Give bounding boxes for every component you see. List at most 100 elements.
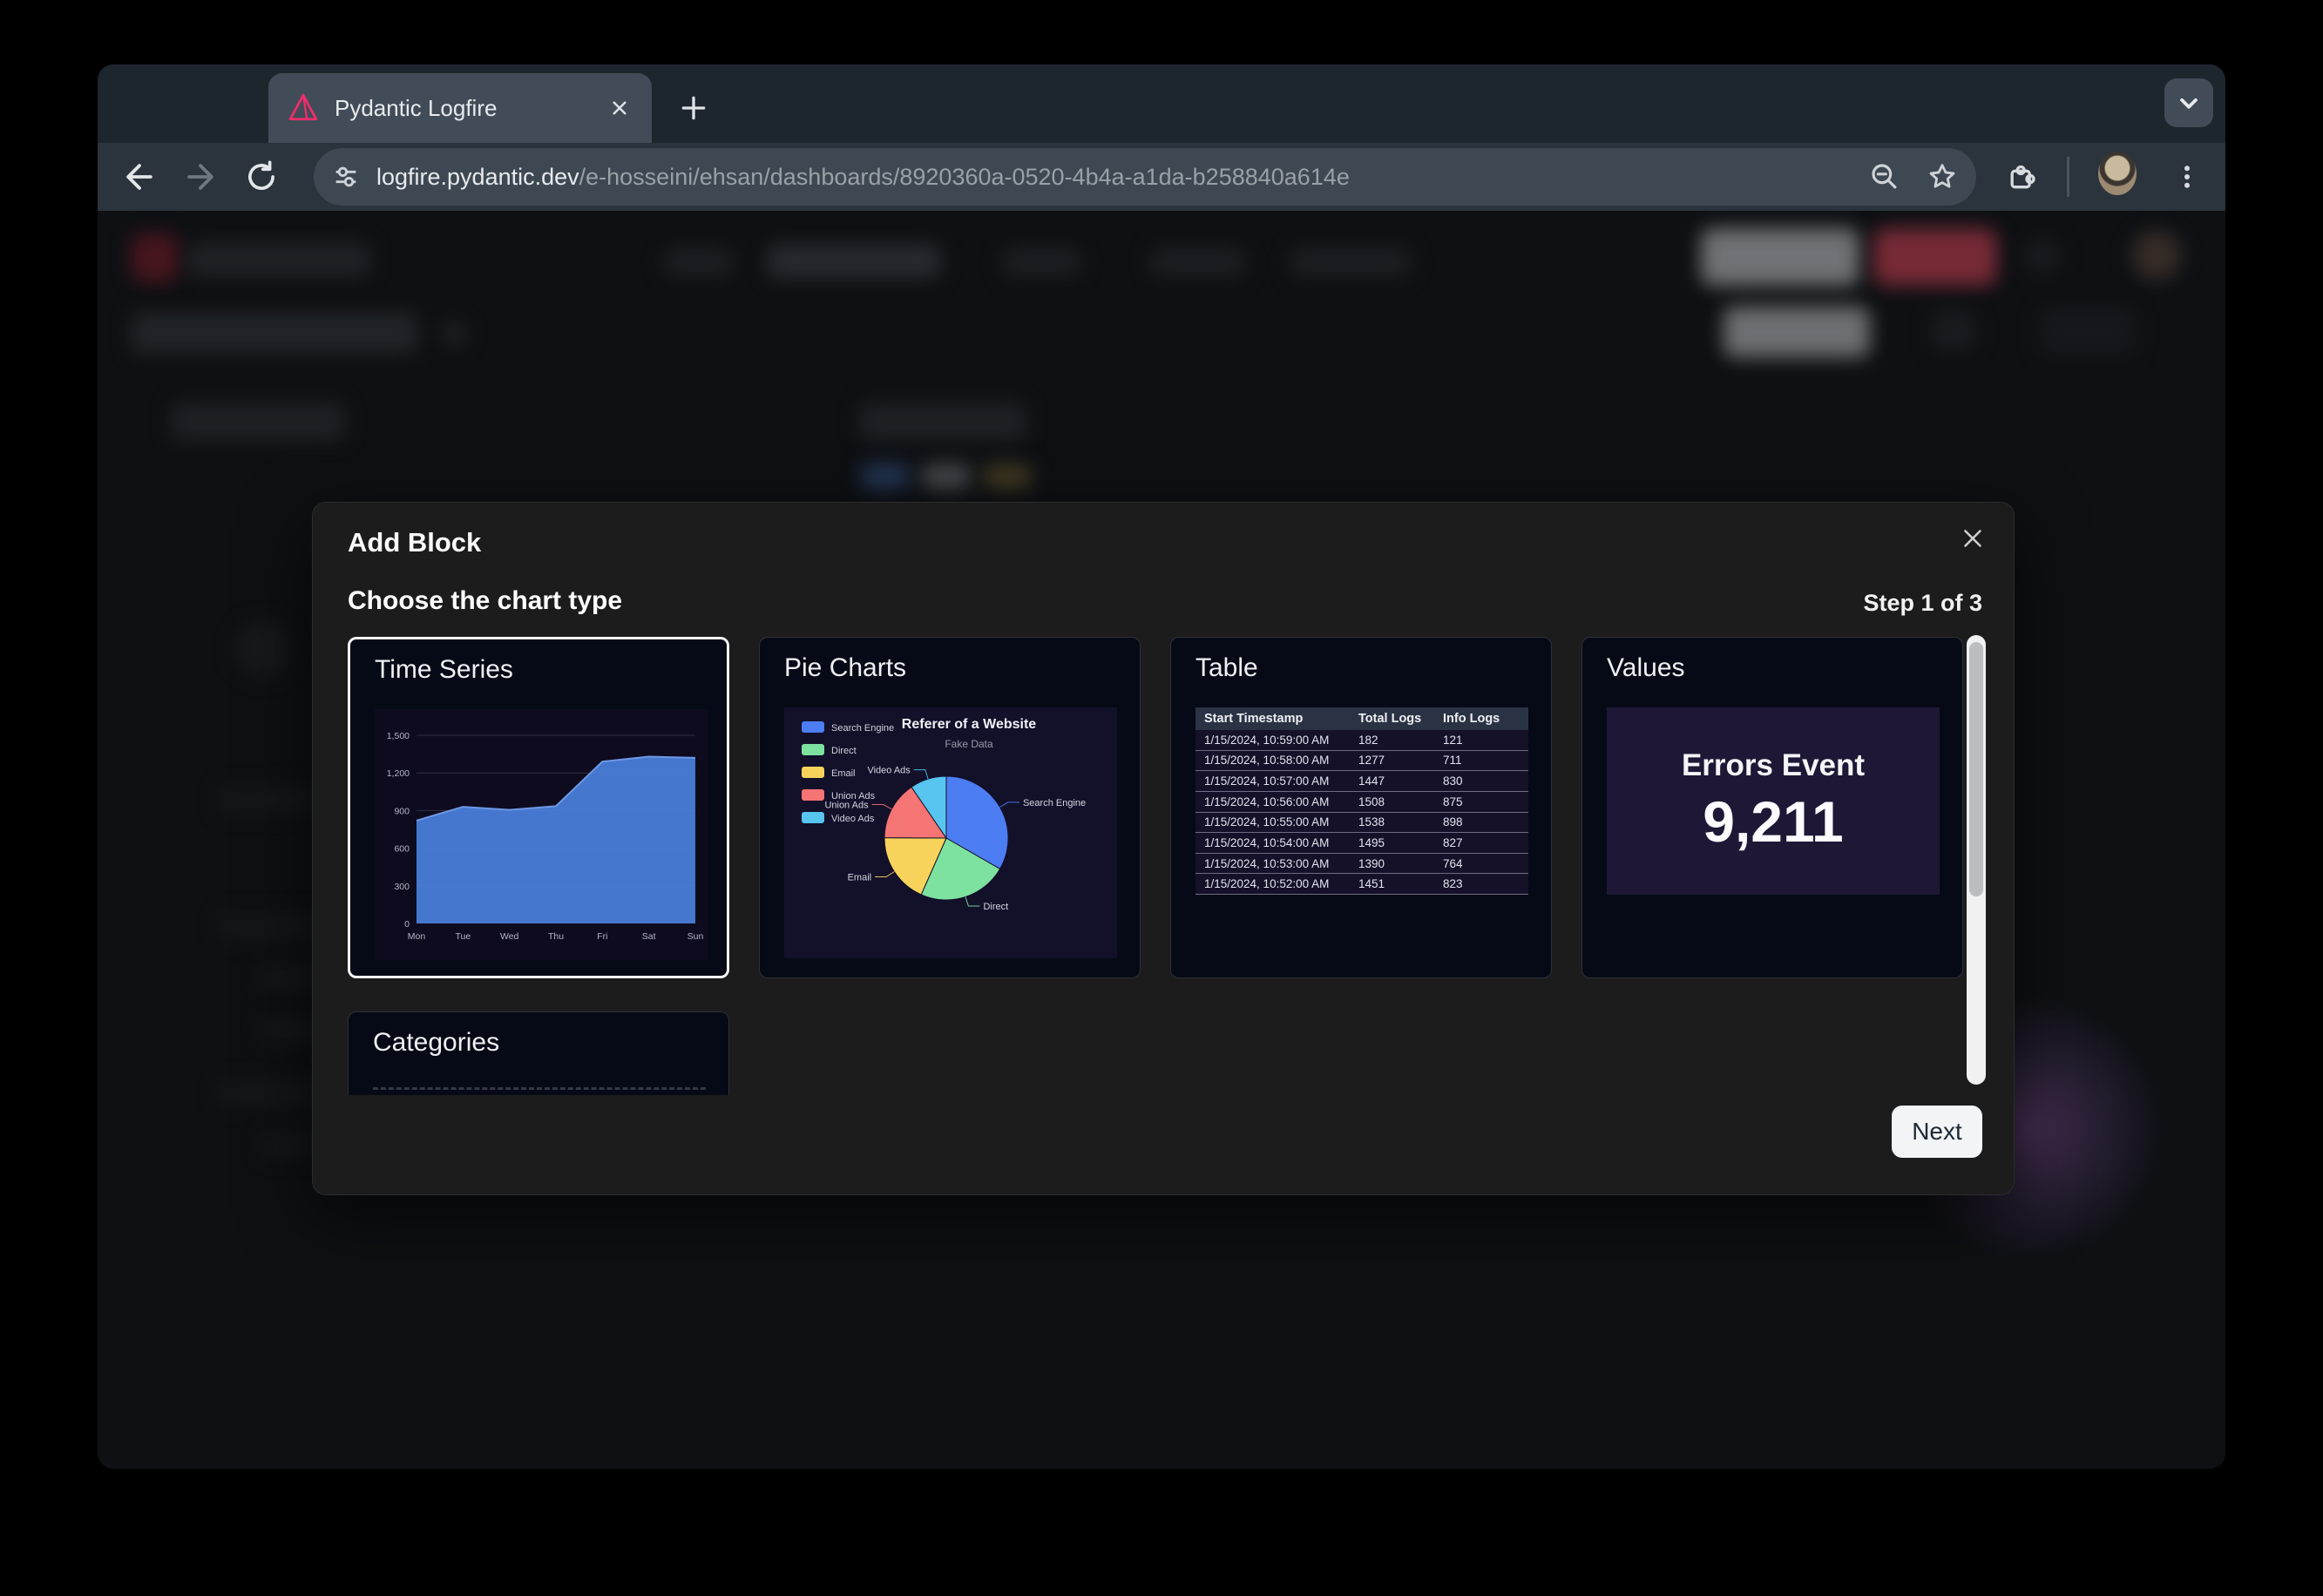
x-axis-label: Thu bbox=[548, 931, 564, 942]
browser-window: Pydantic Logfire bbox=[98, 64, 2225, 1469]
modal-close-icon[interactable] bbox=[1958, 524, 1988, 553]
pie-leader-line bbox=[1000, 802, 1020, 808]
categories-preview-hint bbox=[373, 1087, 706, 1090]
pie-label: Video Ads bbox=[867, 766, 911, 776]
url-bar[interactable]: logfire.pydantic.dev/e-hosseini/ehsan/da… bbox=[314, 148, 1976, 206]
forward-arrow-icon bbox=[181, 158, 220, 196]
card-title: Table bbox=[1195, 653, 1258, 683]
x-axis-label: Sun bbox=[687, 931, 704, 942]
browser-tab[interactable]: Pydantic Logfire bbox=[268, 73, 652, 143]
table-cell: 1390 bbox=[1358, 857, 1443, 870]
pie-leader-line bbox=[875, 872, 894, 877]
card-pie-charts[interactable]: Pie Charts Referer of a WebsiteFake Data… bbox=[759, 637, 1141, 978]
new-tab-button[interactable] bbox=[673, 87, 715, 129]
pie-preview: Referer of a Website Fake Data Search Engi… bbox=[784, 707, 1117, 958]
next-button[interactable]: Next bbox=[1892, 1106, 1982, 1158]
value-label: Errors Event bbox=[1682, 748, 1865, 783]
toolbar-divider bbox=[2067, 157, 2069, 197]
table-row: 1/15/2024, 10:57:00 AM1447830 bbox=[1195, 771, 1528, 792]
table-cell: 121 bbox=[1443, 734, 1528, 747]
pie-leader-line bbox=[872, 805, 892, 809]
table-cell: 1/15/2024, 10:53:00 AM bbox=[1204, 857, 1358, 870]
pie-chart: Referer of a Website Fake Data Search Engi… bbox=[784, 707, 1117, 958]
table-cell: 827 bbox=[1443, 836, 1528, 849]
table-cell: 1/15/2024, 10:52:00 AM bbox=[1204, 877, 1358, 890]
x-axis-label: Mon bbox=[408, 931, 426, 942]
plus-icon bbox=[676, 91, 711, 125]
legend-swatch bbox=[802, 721, 824, 733]
table-header-row: Start TimestampTotal LogsInfo Logs bbox=[1195, 707, 1528, 730]
url-domain: logfire.pydantic.dev bbox=[376, 164, 579, 190]
table-row: 1/15/2024, 10:53:00 AM1390764 bbox=[1195, 854, 1528, 875]
table-cell: 1495 bbox=[1358, 836, 1443, 849]
modal-title: Add Block bbox=[348, 527, 481, 558]
legend-swatch bbox=[802, 744, 824, 755]
table-row: 1/15/2024, 10:55:00 AM1538898 bbox=[1195, 813, 1528, 834]
page-content: Add Block Choose the chart type Step 1 o… bbox=[98, 211, 2225, 1469]
x-axis-label: Sat bbox=[642, 931, 656, 942]
reload-button[interactable] bbox=[242, 158, 281, 196]
table-row: 1/15/2024, 10:59:00 AM182121 bbox=[1195, 730, 1528, 751]
back-arrow-icon bbox=[120, 158, 159, 196]
card-categories[interactable]: Categories bbox=[348, 1011, 729, 1095]
zoom-out-icon[interactable] bbox=[1868, 160, 1901, 193]
card-title: Values bbox=[1607, 653, 1685, 683]
tab-search-button[interactable] bbox=[2164, 78, 2213, 127]
chevron-down-icon bbox=[2172, 86, 2205, 119]
y-axis-label: 600 bbox=[394, 844, 410, 855]
card-title: Categories bbox=[373, 1028, 499, 1058]
time-series-preview: 03006009001,2001,500MonTueWedThuFriSatSu… bbox=[375, 709, 708, 960]
value-number: 9,211 bbox=[1703, 788, 1844, 855]
avatar-photo bbox=[2098, 152, 2137, 195]
puzzle-icon bbox=[2004, 159, 2039, 194]
profile-avatar[interactable] bbox=[2098, 154, 2137, 193]
table-row: 1/15/2024, 10:58:00 AM1277711 bbox=[1195, 751, 1528, 772]
table-cell: 1/15/2024, 10:58:00 AM bbox=[1204, 754, 1358, 767]
card-table[interactable]: Table Start TimestampTotal LogsInfo Logs… bbox=[1170, 637, 1552, 978]
table-row: 1/15/2024, 10:56:00 AM1508875 bbox=[1195, 792, 1528, 813]
screenshot-stage: Pydantic Logfire bbox=[0, 0, 2323, 1596]
y-axis-label: 1,200 bbox=[387, 768, 410, 779]
x-axis-label: Wed bbox=[500, 931, 519, 942]
pie-leader-line bbox=[965, 897, 979, 907]
kebab-menu-icon bbox=[2171, 161, 2203, 193]
bookmark-star-icon[interactable] bbox=[1926, 160, 1959, 193]
table-cell: 182 bbox=[1358, 734, 1443, 747]
y-axis-label: 1,500 bbox=[387, 731, 410, 741]
step-indicator: Step 1 of 3 bbox=[1863, 590, 1982, 617]
table-cell: 1451 bbox=[1358, 877, 1443, 890]
table-cell: 764 bbox=[1443, 857, 1528, 870]
modal-subtitle: Choose the chart type bbox=[348, 586, 622, 616]
legend-swatch bbox=[802, 812, 824, 823]
tab-title: Pydantic Logfire bbox=[335, 95, 606, 122]
table-cell: 1/15/2024, 10:56:00 AM bbox=[1204, 795, 1358, 808]
area-chart: 03006009001,2001,500MonTueWedThuFriSatSu… bbox=[375, 709, 708, 960]
url-text[interactable]: logfire.pydantic.dev/e-hosseini/ehsan/da… bbox=[376, 164, 1868, 191]
pie-subtitle: Fake Data bbox=[945, 738, 993, 750]
extensions-button[interactable] bbox=[2002, 158, 2041, 196]
pie-title: Referer of a Website bbox=[902, 717, 1037, 732]
x-axis-label: Fri bbox=[597, 931, 607, 942]
table-header-cell: Start Timestamp bbox=[1204, 712, 1358, 726]
table-cell: 1/15/2024, 10:57:00 AM bbox=[1204, 774, 1358, 788]
table-cell: 875 bbox=[1443, 795, 1528, 808]
forward-button[interactable] bbox=[181, 158, 220, 196]
pie-label: Email bbox=[848, 872, 872, 883]
table-header-cell: Info Logs bbox=[1443, 712, 1528, 726]
modal-scrollbar-thumb[interactable] bbox=[1969, 642, 1983, 896]
card-time-series[interactable]: Time Series 03006009001,2001,500MonTueWe… bbox=[348, 637, 729, 978]
legend-swatch bbox=[802, 789, 824, 801]
card-title: Time Series bbox=[375, 655, 513, 685]
table-preview: Start TimestampTotal LogsInfo Logs1/15/2… bbox=[1195, 707, 1528, 895]
browser-menu-button[interactable] bbox=[2168, 158, 2206, 196]
legend-swatch bbox=[802, 767, 824, 778]
site-settings-icon[interactable] bbox=[331, 162, 361, 192]
table-cell: 1508 bbox=[1358, 795, 1443, 808]
pie-label: Search Engine bbox=[1023, 798, 1086, 808]
back-button[interactable] bbox=[120, 158, 159, 196]
card-values[interactable]: Values Errors Event 9,211 bbox=[1581, 637, 1963, 978]
table-cell: 1/15/2024, 10:54:00 AM bbox=[1204, 836, 1358, 849]
modal-scrollbar-track[interactable] bbox=[1967, 635, 1986, 1085]
tab-close-icon[interactable] bbox=[606, 95, 633, 121]
tab-strip: Pydantic Logfire bbox=[98, 64, 2225, 143]
